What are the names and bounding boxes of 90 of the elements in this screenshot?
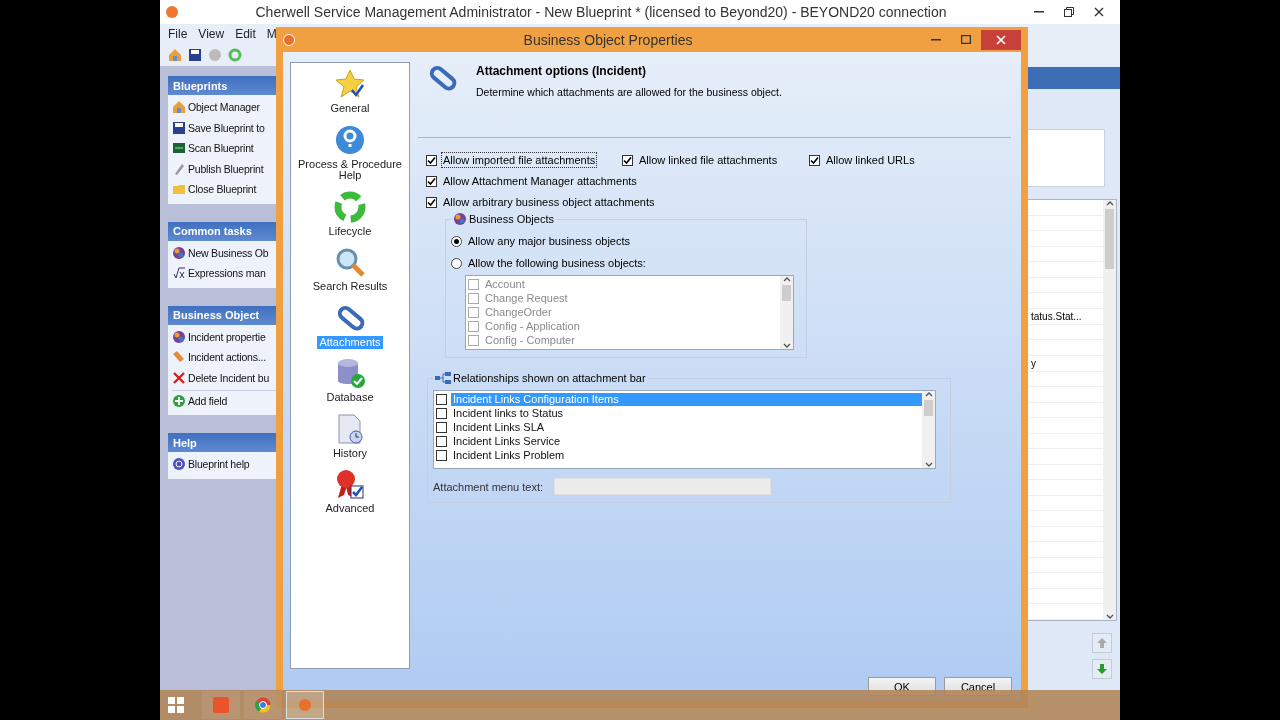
task-link[interactable]: Save Blueprint to — [172, 117, 284, 138]
scrollbar[interactable] — [922, 391, 935, 468]
category-item[interactable]: Search Results — [310, 246, 390, 302]
cube-icon — [453, 212, 467, 226]
list-item[interactable]: Incident Links Service — [451, 434, 562, 448]
help-icon — [172, 457, 186, 472]
scroll-up-icon[interactable] — [924, 391, 933, 397]
cube-icon — [172, 329, 186, 344]
app-icon — [283, 33, 295, 46]
windows-start-icon[interactable] — [168, 697, 184, 713]
search-icon — [334, 246, 366, 278]
category-item[interactable]: Process & Procedure Help — [291, 123, 409, 191]
window-title: Cherwell Service Management Administrator - New Blueprint * (licensed to Beyond20) - BEYOND20 connection — [254, 4, 948, 20]
checkbox[interactable] — [426, 154, 437, 166]
menu-item[interactable]: View — [198, 27, 225, 41]
menu-item[interactable]: M — [266, 27, 277, 41]
checkbox-label[interactable]: Allow linked URLs — [825, 153, 916, 167]
cube-icon — [172, 245, 186, 260]
checkbox-label[interactable]: Allow Attachment Manager attachments — [442, 174, 638, 188]
delete-icon — [172, 370, 186, 385]
checkbox[interactable] — [436, 393, 447, 405]
checkbox-label[interactable]: Allow imported file attachments — [442, 153, 597, 167]
minimize-icon[interactable] — [931, 38, 941, 41]
house-icon — [168, 48, 182, 62]
section-description: Determine which attachments are allowed for the business object. — [476, 86, 782, 98]
ribbon-icon — [334, 468, 366, 500]
task-link[interactable]: Scan Blueprint — [172, 138, 284, 159]
minimize-icon[interactable] — [1034, 11, 1044, 13]
checkbox[interactable] — [436, 407, 447, 419]
add-icon — [172, 394, 186, 408]
checkbox[interactable] — [436, 449, 447, 461]
help-icon — [334, 123, 366, 156]
checkbox-label[interactable]: Allow linked file attachments — [638, 153, 779, 167]
maximize-icon[interactable] — [961, 35, 971, 44]
task-link[interactable]: Delete Incident bu — [172, 367, 284, 388]
category-item[interactable]: General — [328, 68, 372, 124]
close-icon[interactable] — [1094, 7, 1104, 17]
function-icon — [172, 266, 186, 281]
task-link[interactable]: Incident propertie — [172, 326, 284, 347]
radio-label[interactable]: Allow the following business objects: — [467, 256, 647, 270]
taskbar-app[interactable] — [244, 691, 282, 719]
field-label: Attachment menu text: — [433, 480, 544, 493]
task-link[interactable]: Expressions man — [172, 263, 284, 284]
group-title: Relationships shown on attachment bar — [453, 372, 646, 384]
task-link[interactable]: Publish Blueprint — [172, 158, 284, 179]
list-item[interactable]: Incident Links SLA — [451, 420, 547, 434]
task-link[interactable]: Incident actions... — [172, 347, 284, 368]
app-icon — [166, 6, 178, 18]
checkbox[interactable] — [622, 154, 633, 166]
task-link[interactable]: Blueprint help — [172, 454, 284, 475]
category-item[interactable]: History — [330, 412, 370, 468]
scrollbar-thumb[interactable] — [1105, 209, 1114, 269]
category-item[interactable]: Advanced — [323, 468, 377, 524]
save-icon — [172, 120, 186, 135]
scrollbar[interactable] — [1103, 200, 1116, 620]
checkbox[interactable] — [426, 175, 437, 187]
scroll-down-icon[interactable] — [924, 462, 933, 468]
scrollbar-thumb[interactable] — [924, 400, 933, 416]
house-icon — [172, 100, 186, 115]
checkbox[interactable] — [426, 196, 437, 208]
save-icon — [188, 48, 202, 62]
radio-button[interactable] — [451, 235, 462, 247]
group-title: Business Objects — [469, 213, 554, 225]
list-item[interactable]: Incident Links Problem — [451, 448, 567, 462]
radio-button[interactable] — [451, 257, 462, 269]
star-icon — [334, 68, 366, 100]
task-link[interactable]: Close Blueprint — [172, 179, 284, 200]
checkbox[interactable] — [436, 435, 447, 447]
dialog-title: Business Object Properties — [522, 31, 694, 48]
browser-icon — [255, 697, 271, 713]
scroll-up-icon[interactable] — [1105, 200, 1114, 206]
category-item[interactable]: Lifecycle — [326, 190, 374, 246]
task-link[interactable]: New Business Ob — [172, 242, 284, 263]
relationship-icon — [435, 372, 451, 384]
menu-item[interactable]: Edit — [235, 27, 256, 41]
task-link[interactable]: Object Manager — [172, 97, 284, 118]
app-icon — [213, 697, 229, 713]
list-item[interactable]: Incident links to Status — [451, 406, 566, 420]
radio-label[interactable]: Allow any major business objects — [467, 234, 632, 248]
restore-icon[interactable] — [1064, 7, 1074, 17]
checkbox[interactable] — [809, 154, 820, 166]
scroll-down-icon[interactable] — [1105, 614, 1114, 620]
app-icon — [297, 697, 313, 713]
folder-icon — [172, 182, 186, 197]
checkbox-label[interactable]: Allow arbitrary business object attachments — [442, 195, 656, 209]
category-item[interactable]: Database — [324, 357, 376, 413]
menu-item[interactable]: File — [168, 27, 188, 41]
monitor-icon — [172, 141, 186, 156]
checkbox[interactable] — [436, 421, 447, 433]
section-title: Attachment options (Incident) — [476, 64, 647, 78]
